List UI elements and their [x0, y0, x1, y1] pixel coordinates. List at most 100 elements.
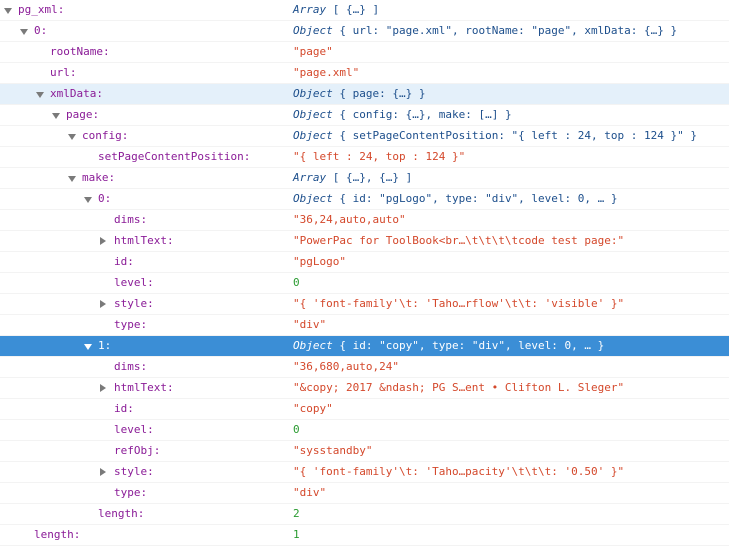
- property-value: "36,24,auto,auto": [293, 213, 406, 226]
- value-text: "{ left : 24, top : 124 }": [293, 150, 466, 163]
- property-key: xmlData:: [50, 87, 103, 100]
- property-key: htmlText:: [114, 234, 174, 247]
- property-value: "{ 'font-family'\t: 'Taho…rflow'\t\t: 'v…: [293, 297, 624, 310]
- tree-row-make[interactable]: make: Array [ {…}, {…} ]: [0, 168, 729, 189]
- property-key: make:: [82, 171, 116, 184]
- property-key: 0:: [34, 24, 48, 37]
- property-key: style:: [114, 297, 154, 310]
- tree-row-id[interactable]: id: "copy": [0, 399, 729, 420]
- tree-row-url[interactable]: url: "page.xml": [0, 63, 729, 84]
- tree-row-dims[interactable]: dims: "36,24,auto,auto": [0, 210, 729, 231]
- value-text: 2: [293, 507, 300, 520]
- expanded-arrow-icon[interactable]: [52, 113, 60, 119]
- tree-row-0[interactable]: 0: Object { url: "page.xml", rootName: "p…: [0, 21, 729, 42]
- tree-row-type[interactable]: type: "div": [0, 315, 729, 336]
- property-value: "page.xml": [293, 66, 359, 79]
- value-text: "{ 'font-family'\t: 'Taho…rflow'\t\t: 'v…: [293, 297, 625, 310]
- collapsed-arrow-icon[interactable]: [100, 468, 106, 476]
- value-text: "page.xml": [293, 66, 360, 79]
- property-key: refObj:: [114, 444, 161, 457]
- property-value: Object { page: {…} }: [293, 87, 425, 100]
- tree-row-xmldata[interactable]: xmlData: Object { page: {…} }: [0, 84, 729, 105]
- value-text: { id: "copy", type: "div", level: 0, … }: [339, 339, 605, 352]
- expanded-arrow-icon[interactable]: [84, 197, 92, 203]
- property-value: Object { id: "copy", type: "div", level:…: [293, 339, 604, 352]
- expanded-arrow-icon[interactable]: [68, 134, 76, 140]
- json-tree-view: pg_xml: Array [ {…} ] 0: Object { url: "pag…: [0, 0, 729, 546]
- type-label: Object: [293, 339, 333, 352]
- collapsed-arrow-icon[interactable]: [100, 237, 106, 245]
- tree-row-htmltext[interactable]: htmlText: "&copy; 2017 &ndash; PG S…ent •…: [0, 378, 729, 399]
- property-key: dims:: [114, 360, 148, 373]
- property-value: Array [ {…}, {…} ]: [293, 171, 412, 184]
- tree-row-page[interactable]: page: Object { config: {…}, make: […] }: [0, 105, 729, 126]
- tree-row-1[interactable]: 1: Object { id: "copy", type: "div", leve…: [0, 336, 729, 357]
- value-text: 1: [293, 528, 300, 541]
- expanded-arrow-icon[interactable]: [36, 92, 44, 98]
- value-text: "{ 'font-family'\t: 'Taho…pacity'\t\t\t:…: [293, 465, 625, 478]
- expanded-arrow-icon[interactable]: [20, 29, 28, 35]
- property-key: level:: [114, 423, 154, 436]
- property-value: "&copy; 2017 &ndash; PG S…ent • Clifton …: [293, 381, 624, 394]
- tree-row-length[interactable]: length: 1: [0, 525, 729, 546]
- type-label: Object: [293, 24, 333, 37]
- property-value: "page": [293, 45, 333, 58]
- tree-row-style[interactable]: style: "{ 'font-family'\t: 'Taho…pacity'\…: [0, 462, 729, 483]
- tree-row-level[interactable]: level: 0: [0, 420, 729, 441]
- property-key: id:: [114, 255, 134, 268]
- type-label: Array: [293, 3, 327, 16]
- value-text: { id: "pgLogo", type: "div", level: 0, ……: [339, 192, 618, 205]
- property-key: config:: [82, 129, 129, 142]
- value-text: "div": [293, 318, 327, 331]
- tree-row-rootname[interactable]: rootName: "page": [0, 42, 729, 63]
- property-key: setPageContentPosition:: [98, 150, 251, 163]
- expanded-arrow-icon[interactable]: [68, 176, 76, 182]
- property-key: url:: [50, 66, 77, 79]
- tree-row-setpagecontentposition[interactable]: setPageContentPosition: "{ left : 24, top…: [0, 147, 729, 168]
- tree-row-level[interactable]: level: 0: [0, 273, 729, 294]
- property-value: 2: [293, 507, 300, 520]
- expanded-arrow-icon[interactable]: [4, 8, 12, 14]
- tree-row-config[interactable]: config: Object { setPageContentPosition: …: [0, 126, 729, 147]
- property-value: 1: [293, 528, 300, 541]
- value-text: "div": [293, 486, 327, 499]
- property-value: "div": [293, 318, 326, 331]
- value-text: { page: {…} }: [339, 87, 426, 100]
- property-key: page:: [66, 108, 100, 121]
- tree-row-type[interactable]: type: "div": [0, 483, 729, 504]
- type-label: Array: [293, 171, 327, 184]
- property-value: "{ left : 24, top : 124 }": [293, 150, 465, 163]
- property-value: Array [ {…} ]: [293, 3, 379, 16]
- tree-row-dims[interactable]: dims: "36,680,auto,24": [0, 357, 729, 378]
- collapsed-arrow-icon[interactable]: [100, 384, 106, 392]
- tree-row-0[interactable]: 0: Object { id: "pgLogo", type: "div", le…: [0, 189, 729, 210]
- value-text: "&copy; 2017 &ndash; PG S…ent • Clifton …: [293, 381, 625, 394]
- value-text: { setPageContentPosition: "{ left : 24, …: [339, 129, 697, 142]
- property-key: level:: [114, 276, 154, 289]
- value-text: "pgLogo": [293, 255, 346, 268]
- tree-row-id[interactable]: id: "pgLogo": [0, 252, 729, 273]
- type-label: Object: [293, 129, 333, 142]
- tree-row-refobj[interactable]: refObj: "sysstandby": [0, 441, 729, 462]
- value-text: 0: [293, 276, 300, 289]
- collapsed-arrow-icon[interactable]: [100, 300, 106, 308]
- tree-row-length[interactable]: length: 2: [0, 504, 729, 525]
- tree-row-pg-xml[interactable]: pg_xml: Array [ {…} ]: [0, 0, 729, 21]
- property-key: htmlText:: [114, 381, 174, 394]
- property-key: length:: [34, 528, 81, 541]
- property-value: "copy": [293, 402, 333, 415]
- property-key: type:: [114, 318, 148, 331]
- value-text: "PowerPac for ToolBook<br…\t\t\t\tcode t…: [293, 234, 625, 247]
- property-key: rootName:: [50, 45, 110, 58]
- property-value: Object { setPageContentPosition: "{ left…: [293, 129, 697, 142]
- property-key: pg_xml:: [18, 3, 65, 16]
- type-label: Object: [293, 87, 333, 100]
- property-key: id:: [114, 402, 134, 415]
- tree-row-htmltext[interactable]: htmlText: "PowerPac for ToolBook<br…\t\t\…: [0, 231, 729, 252]
- type-label: Object: [293, 108, 333, 121]
- property-value: "36,680,auto,24": [293, 360, 399, 373]
- property-key: length:: [98, 507, 145, 520]
- property-value: "sysstandby": [293, 444, 372, 457]
- tree-row-style[interactable]: style: "{ 'font-family'\t: 'Taho…rflow'\t…: [0, 294, 729, 315]
- expanded-arrow-icon[interactable]: [84, 344, 92, 350]
